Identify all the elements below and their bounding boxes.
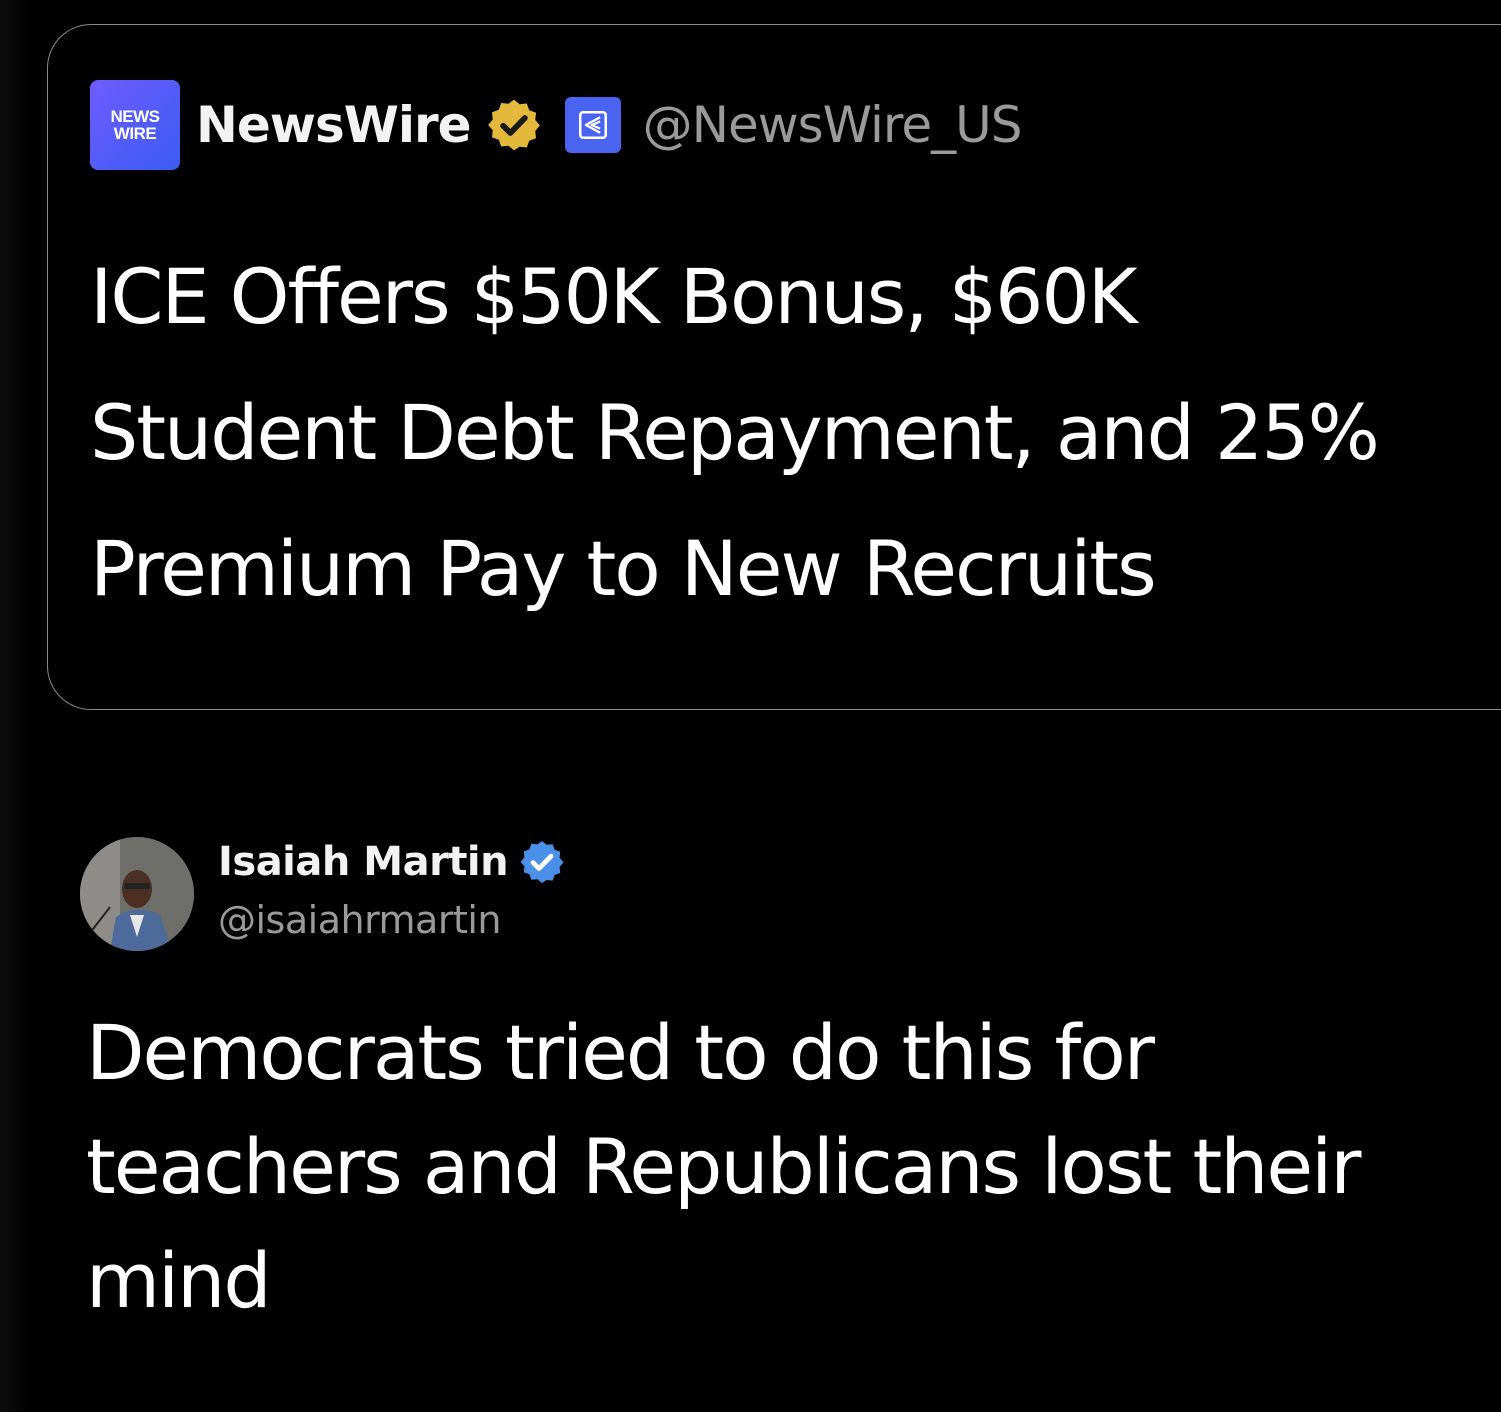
post-body-text: Democrats tried to do this for teachers … bbox=[86, 1008, 1362, 1325]
quoted-post-header: NEWS WIRE NewsWire @NewsWire_US bbox=[90, 79, 1023, 171]
author-name[interactable]: Isaiah Martin bbox=[218, 839, 509, 885]
quoted-author-handle[interactable]: @NewsWire_US bbox=[643, 96, 1023, 154]
blue-verified-badge-icon bbox=[520, 841, 564, 883]
author-photo bbox=[80, 837, 194, 951]
quoted-post-headline: ICE Offers $50K Bonus, $60K Student Debt … bbox=[90, 229, 1501, 637]
affiliation-glyph-icon bbox=[578, 110, 607, 140]
quoted-post-card[interactable]: NEWS WIRE NewsWire @NewsWire_US ICE Offe… bbox=[47, 24, 1501, 710]
logo-text-news: NEWS bbox=[110, 107, 161, 126]
quoted-author-name[interactable]: NewsWire bbox=[196, 96, 472, 154]
headline-line: Premium Pay to New Recruits bbox=[90, 524, 1157, 613]
headline-line: ICE Offers $50K Bonus, $60K bbox=[90, 252, 1138, 341]
author-avatar[interactable] bbox=[80, 837, 194, 951]
headline-line: Student Debt Repayment, and 25% bbox=[90, 388, 1380, 477]
affiliation-badge-icon[interactable] bbox=[564, 97, 621, 153]
newswire-avatar[interactable]: NEWS WIRE bbox=[90, 80, 180, 170]
left-edge-shadow bbox=[0, 0, 30, 1412]
logo-text-wire: WIRE bbox=[113, 124, 157, 143]
gold-verified-badge-icon bbox=[487, 99, 540, 151]
post-author: Isaiah Martin bbox=[218, 838, 566, 886]
author-handle[interactable]: @isaiahrmartin bbox=[218, 898, 502, 942]
